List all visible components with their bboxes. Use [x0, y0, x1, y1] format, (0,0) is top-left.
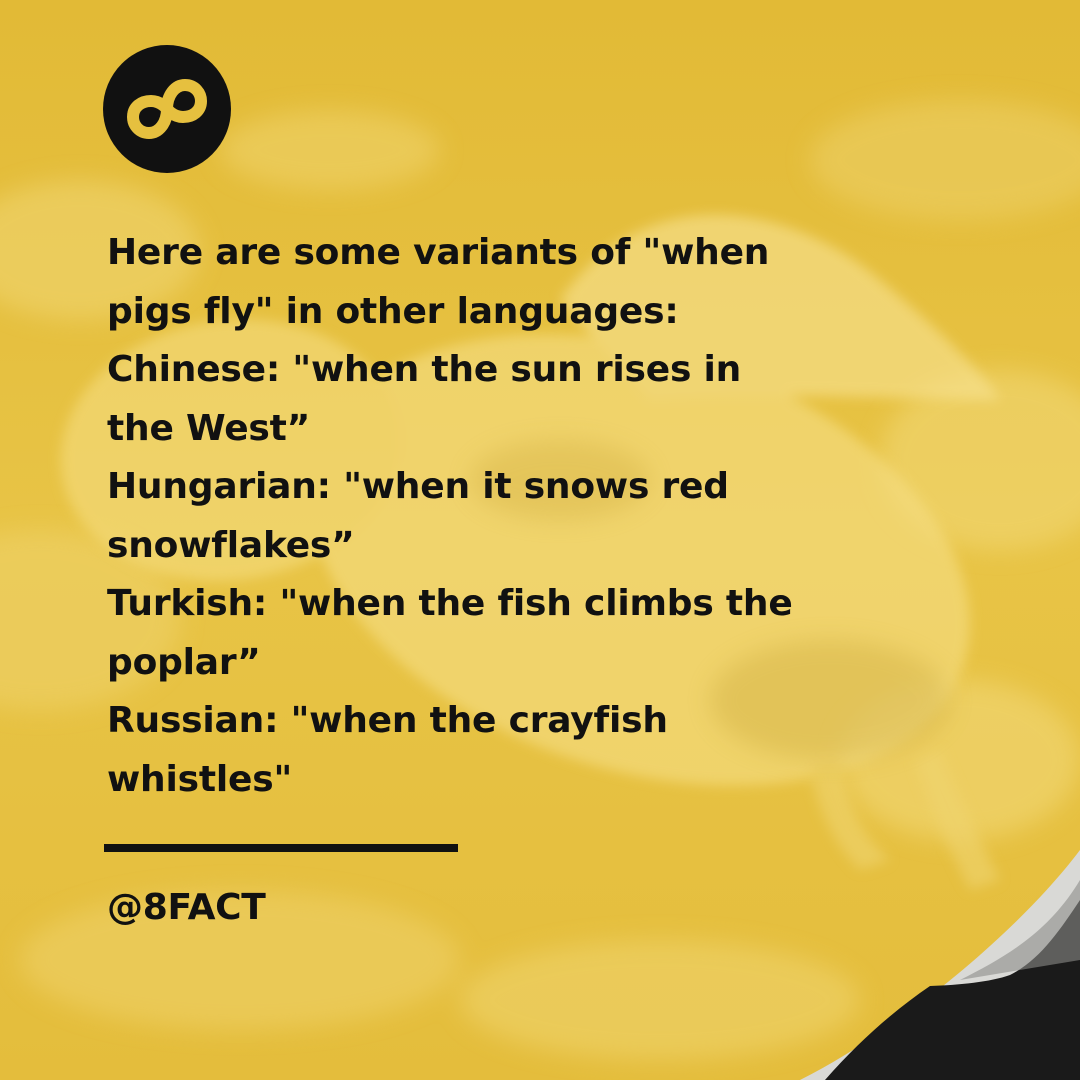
fact-line: Turkish: "when the fish climbs the: [107, 583, 793, 624]
fact-line: Here are some variants of "when: [107, 232, 770, 273]
fact-line: Hungarian: "when it snows red: [107, 466, 729, 507]
fact-line: whistles": [107, 758, 293, 800]
fact-line: Russian: "when the crayfish: [107, 700, 668, 741]
post-canvas: Here are some variants of "when pigs fly…: [0, 0, 1080, 1080]
divider-line: [104, 844, 458, 852]
brand-handle: @8FACT: [107, 887, 266, 928]
fact-line: Chinese: "when the sun rises in: [107, 349, 742, 390]
fact-line: pigs fly" in other languages:: [107, 290, 679, 332]
fact-line: poplar”: [107, 641, 261, 683]
fact-line: snowflakes”: [107, 524, 355, 566]
infinity-eight-icon: [103, 45, 231, 173]
fact-line: the West”: [107, 407, 311, 449]
fact-text: Here are some variants of "when pigs fly…: [107, 224, 867, 809]
